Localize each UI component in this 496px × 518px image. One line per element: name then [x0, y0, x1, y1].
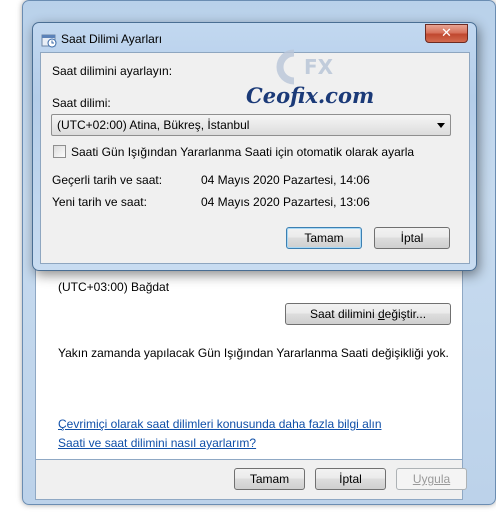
new-datetime-label: Yeni tarih ve saat: — [52, 195, 147, 209]
dst-checkbox-label[interactable]: Saati Gün Işığından Yararlanma Saati içi… — [71, 145, 414, 159]
ceofix-logo-mark: FX — [276, 49, 334, 85]
close-icon[interactable]: ✕ — [425, 24, 468, 43]
current-datetime-value: 04 Mayıs 2020 Pazartesi, 14:06 — [201, 173, 370, 187]
back-ok-button[interactable]: Tamam — [234, 468, 305, 490]
logo-mark-letters: FX — [304, 55, 334, 79]
time-zone-settings-icon — [41, 32, 57, 48]
current-datetime-label: Geçerli tarih ve saat: — [52, 173, 163, 187]
instruction-text: Saat dilimini ayarlayın: — [52, 64, 173, 78]
how-to-set-time-link[interactable]: Saati ve saat dilimini nasıl ayarlarım? — [58, 436, 256, 450]
timezone-label: Saat dilimi: — [52, 96, 111, 110]
dialog-title: Saat Dilimi Ayarları — [61, 32, 163, 46]
apply-button[interactable]: Uygula — [396, 468, 467, 490]
back-cancel-button[interactable]: İptal — [315, 468, 386, 490]
date-time-panel: (UTC+03:00) Bağdat Saat dilimini d eğişti… — [35, 268, 463, 460]
change-timezone-button[interactable]: Saat dilimini d eğiştir... — [285, 303, 451, 325]
dialog-ok-button[interactable]: Tamam — [286, 227, 362, 249]
new-datetime-value: 04 Mayıs 2020 Pazartesi, 13:06 — [201, 195, 370, 209]
timezone-info-link[interactable]: Çevrimiçi olarak saat dilimleri konusund… — [58, 417, 382, 431]
timezone-select[interactable]: (UTC+02:00) Atina, Bükreş, İstanbul — [51, 114, 451, 136]
ceofix-watermark: Ceofix.com — [246, 83, 375, 108]
chevron-down-icon — [437, 123, 445, 128]
dst-notice-text: Yakın zamanda yapılacak Gün Işığından Ya… — [58, 346, 449, 360]
dst-checkbox[interactable] — [53, 145, 66, 158]
timezone-select-value: (UTC+02:00) Atina, Bükreş, İstanbul — [57, 118, 250, 132]
current-timezone-text: (UTC+03:00) Bağdat — [58, 280, 170, 294]
dialog-cancel-button[interactable]: İptal — [374, 227, 450, 249]
